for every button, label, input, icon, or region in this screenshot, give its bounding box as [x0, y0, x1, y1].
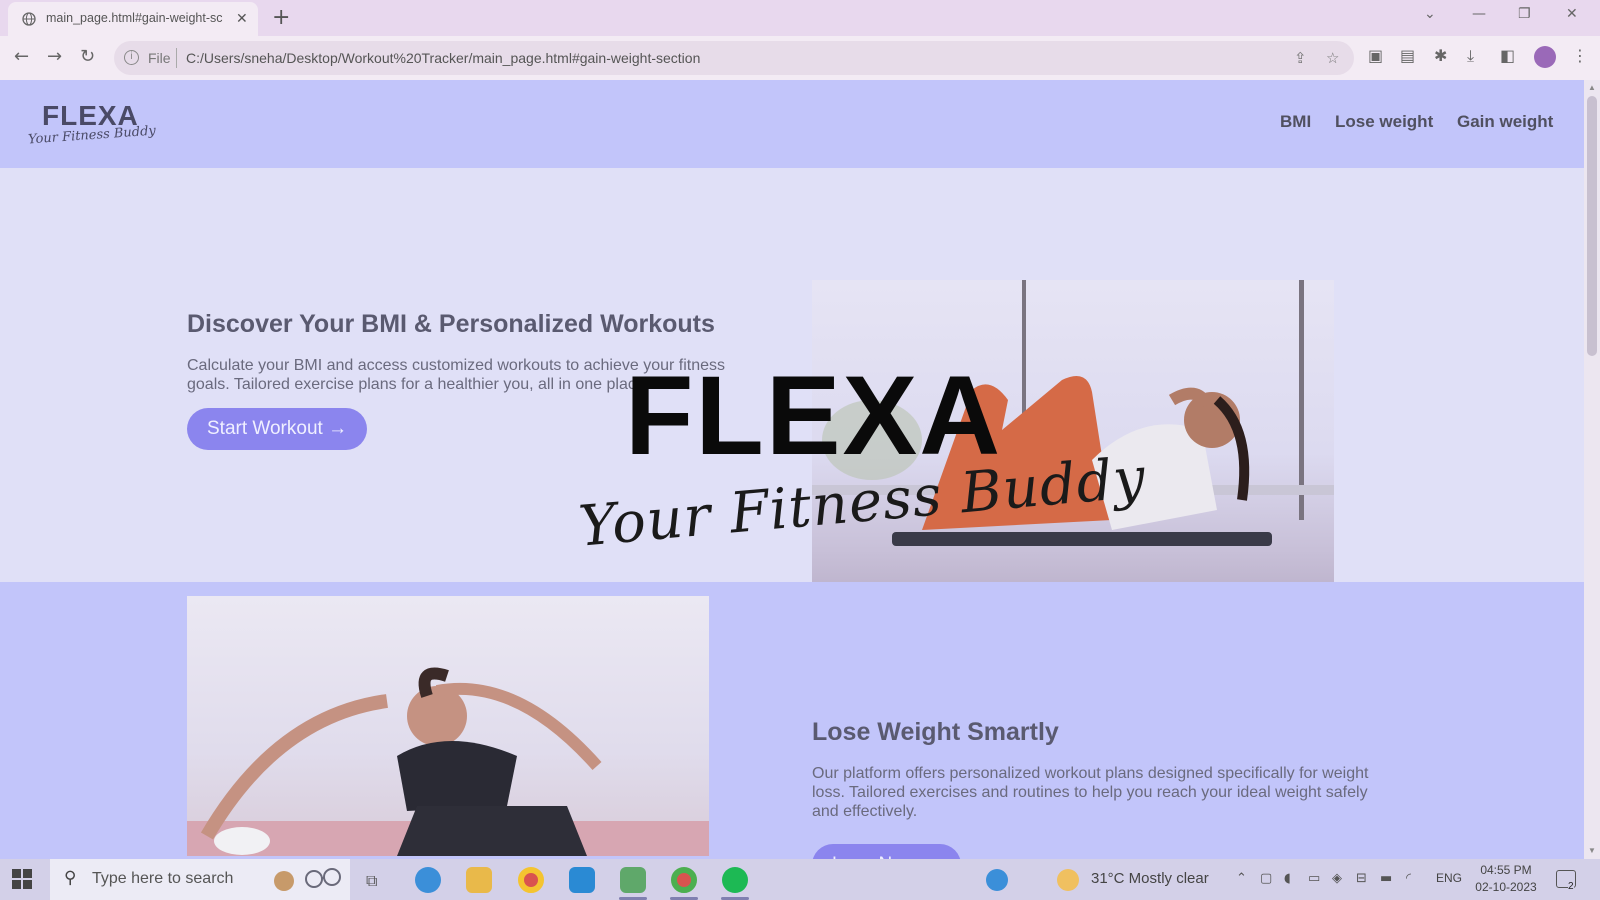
nav-link-bmi[interactable]: BMI	[1280, 112, 1311, 132]
side-panel-icon[interactable]: ◧	[1500, 46, 1515, 65]
wireless-display-icon[interactable]: ⊟	[1356, 871, 1367, 886]
search-icon: ⚲	[64, 868, 77, 888]
edge-icon[interactable]	[415, 867, 441, 893]
address-divider	[176, 48, 177, 68]
lose-weight-title: Lose Weight Smartly	[812, 718, 1059, 746]
site-logo[interactable]: FLEXA Your Fitness Buddy	[28, 100, 158, 154]
vscode-icon[interactable]	[569, 867, 595, 893]
downloads-icon[interactable]: ⤓	[1467, 46, 1474, 66]
scroll-down-arrow-icon[interactable]: ▼	[1588, 846, 1596, 855]
show-hidden-icons-chevron-icon[interactable]: ⌃	[1236, 871, 1247, 886]
lose-weight-description: Our platform offers personalized workout…	[812, 765, 1369, 820]
restore-icon[interactable]: ❐	[1518, 6, 1531, 22]
wifi-icon[interactable]: ◜	[1406, 871, 1411, 886]
cast-icon[interactable]: ▣	[1368, 46, 1383, 65]
extensions-puzzle-icon[interactable]: ✱	[1434, 46, 1447, 65]
forward-arrow-icon[interactable]: →	[47, 46, 62, 67]
nav-link-gain-weight[interactable]: Gain weight	[1457, 112, 1553, 132]
lose-weight-image-woman-stretching	[187, 596, 709, 856]
display-icon[interactable]: ▭	[1308, 871, 1320, 886]
minimize-icon[interactable]: —	[1472, 6, 1486, 22]
windows-start-icon[interactable]	[12, 869, 32, 889]
tab-close-icon[interactable]: ✕	[236, 10, 248, 27]
bookmark-star-icon[interactable]: ☆	[1326, 49, 1339, 67]
language-indicator[interactable]: ENG	[1436, 871, 1462, 885]
chrome-icon[interactable]	[518, 867, 544, 893]
lose-now-button[interactable]: Lose Now →	[812, 844, 961, 859]
splash-logo-wordmark: FLEXA	[625, 353, 1003, 478]
lose-weight-section: Lose Weight Smartly Our platform offers …	[0, 582, 1584, 859]
screenshot-extension-icon[interactable]: ▤	[1400, 46, 1415, 65]
spotify-icon[interactable]	[722, 867, 748, 893]
notepad-app-icon[interactable]	[620, 867, 646, 893]
taskbar-search-box[interactable]: ⚲ Type here to search	[50, 859, 350, 900]
scroll-up-arrow-icon[interactable]: ▲	[1588, 83, 1596, 92]
clock[interactable]: 04:55 PM 02-10-2023	[1470, 862, 1542, 896]
weather-text[interactable]: 31°C Mostly clear	[1091, 870, 1209, 887]
window-close-icon[interactable]: ✕	[1566, 6, 1578, 22]
address-bar[interactable]: i File C:/Users/sneha/Desktop/Workout%20…	[114, 41, 1354, 75]
stretching-photo-illustration	[187, 667, 709, 856]
weather-moon-icon[interactable]	[1057, 869, 1079, 891]
page-viewport: FLEXA Your Fitness Buddy BMI Lose weight…	[0, 80, 1584, 859]
task-view-icon[interactable]: ⧉	[366, 871, 377, 891]
help-icon[interactable]	[986, 869, 1008, 891]
notification-count-badge: 2	[1568, 881, 1574, 892]
address-url[interactable]: C:/Users/sneha/Desktop/Workout%20Tracker…	[186, 50, 700, 66]
new-tab-plus-icon[interactable]: +	[272, 5, 290, 30]
browser-tab-strip: main_page.html#gain-weight-sc ✕ + ⌄ — ❐ …	[0, 0, 1600, 36]
tab-title: main_page.html#gain-weight-sc	[46, 11, 223, 25]
profile-avatar[interactable]	[1534, 46, 1556, 68]
page-scrollbar[interactable]: ▲ ▼	[1584, 80, 1600, 859]
chrome-active-icon[interactable]	[671, 867, 697, 893]
security-shield-icon[interactable]: ◈	[1332, 871, 1342, 886]
scrollbar-thumb[interactable]	[1587, 96, 1597, 356]
browser-tab[interactable]: main_page.html#gain-weight-sc ✕	[8, 2, 258, 36]
back-arrow-icon[interactable]: ←	[14, 46, 29, 67]
globe-icon	[22, 12, 36, 26]
search-highlight-glasses-icon	[274, 868, 341, 891]
nav-link-lose-weight[interactable]: Lose weight	[1335, 112, 1433, 132]
site-info-icon[interactable]: i	[124, 50, 139, 65]
microphone-icon[interactable]: ◖	[1284, 871, 1291, 886]
tab-search-chevron-icon[interactable]: ⌄	[1424, 6, 1436, 22]
browser-toolbar: ← → ↻ i File C:/Users/sneha/Desktop/Work…	[0, 36, 1600, 80]
clock-date: 02-10-2023	[1475, 880, 1537, 894]
clock-time: 04:55 PM	[1480, 863, 1532, 877]
more-menu-icon[interactable]: ⋮	[1572, 46, 1588, 65]
site-header: FLEXA Your Fitness Buddy BMI Lose weight…	[0, 80, 1584, 168]
reload-icon[interactable]: ↻	[80, 46, 95, 67]
address-scheme: File	[148, 50, 171, 66]
share-icon[interactable]: ⇪	[1294, 49, 1307, 67]
start-workout-button[interactable]: Start Workout →	[187, 408, 368, 450]
windows-taskbar: ⚲ Type here to search ⧉ 31°C Mostly clea…	[0, 859, 1600, 900]
battery-icon[interactable]: ▬	[1380, 871, 1392, 886]
hero-title: Discover Your BMI & Personalized Workout…	[187, 310, 715, 338]
meet-icon[interactable]: ▢	[1260, 871, 1272, 886]
taskbar-search-placeholder: Type here to search	[92, 870, 234, 887]
file-explorer-icon[interactable]	[466, 867, 492, 893]
